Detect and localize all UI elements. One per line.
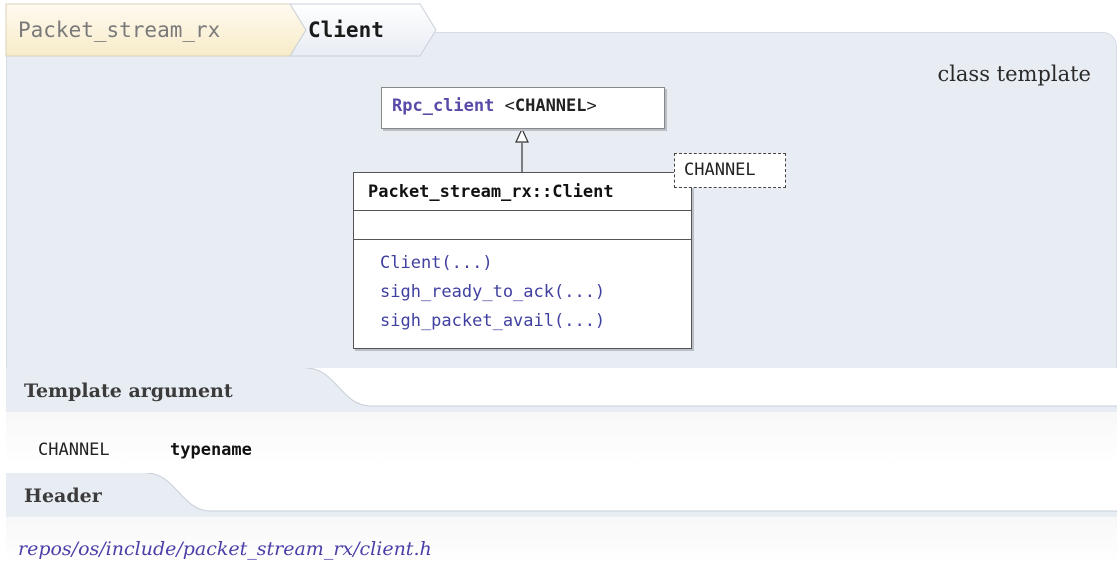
class-title: Packet_stream_rx::Client bbox=[354, 173, 691, 211]
operation-sigh-ready-to-ack[interactable]: sigh_ready_to_ack(...) bbox=[380, 278, 605, 307]
template-argument-tab: Template argument bbox=[6, 368, 1117, 412]
operation-sigh-packet-avail[interactable]: sigh_packet_avail(...) bbox=[380, 307, 605, 336]
base-class-link[interactable]: Rpc_client bbox=[392, 96, 494, 116]
class-operations: Client(...) sigh_ready_to_ack(...) sigh_… bbox=[380, 249, 605, 336]
operation-client[interactable]: Client(...) bbox=[380, 249, 605, 278]
template-argument-name: CHANNEL bbox=[38, 440, 110, 460]
template-parameter-box: CHANNEL bbox=[674, 153, 786, 188]
base-template-open: < bbox=[504, 96, 515, 116]
template-argument-type: typename bbox=[170, 440, 252, 460]
class-attributes bbox=[354, 211, 691, 240]
header-title: Header bbox=[24, 485, 102, 507]
class-box: Packet_stream_rx::Client Client(...) sig… bbox=[353, 172, 692, 349]
base-class-box: Rpc_client <CHANNEL> bbox=[381, 87, 665, 129]
base-template-close: > bbox=[586, 96, 597, 116]
base-template-arg: CHANNEL bbox=[514, 96, 587, 116]
header-tab: Header bbox=[6, 473, 1117, 517]
header-file-link[interactable]: repos/os/include/packet_stream_rx/client… bbox=[18, 538, 432, 560]
template-argument-title: Template argument bbox=[24, 380, 233, 402]
section-tab-shape bbox=[6, 473, 1117, 517]
